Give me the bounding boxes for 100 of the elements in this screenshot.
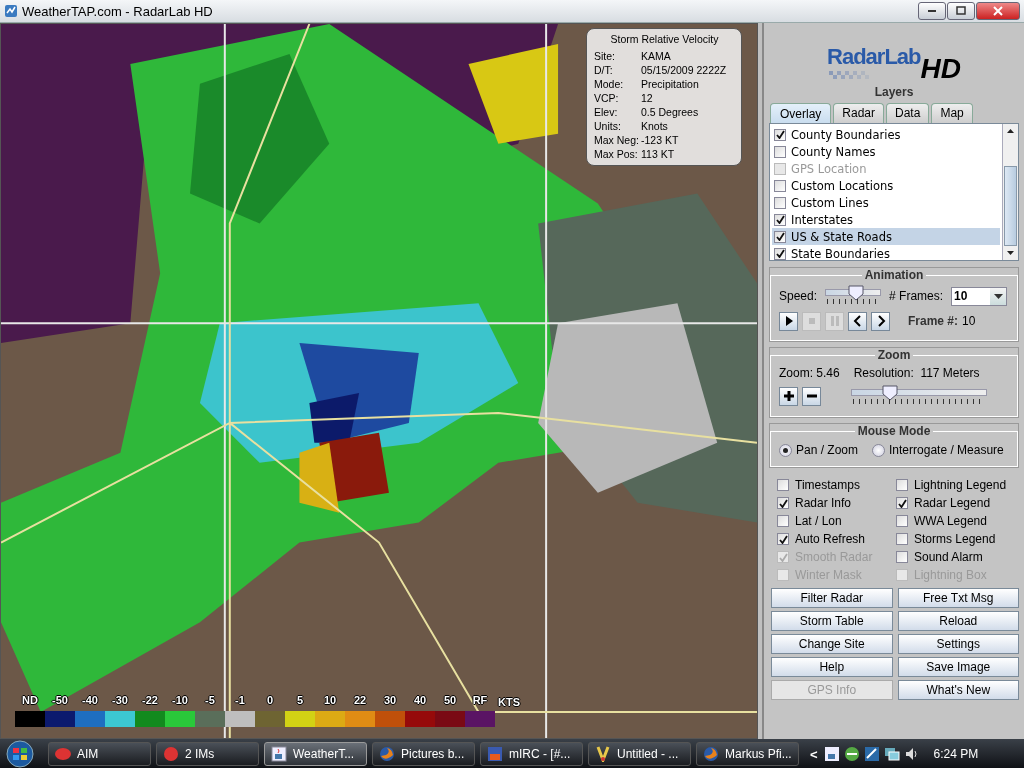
checkbox[interactable] [896, 479, 908, 491]
radio-option[interactable]: Pan / Zoom [779, 443, 859, 457]
legend-label: -40 [82, 694, 98, 708]
checkbox[interactable] [774, 179, 786, 192]
checkbox[interactable] [896, 551, 908, 563]
checkbox-label[interactable]: Auto Refresh [795, 532, 866, 546]
checkbox[interactable] [774, 230, 786, 243]
list-item-label[interactable]: US & State Roads [791, 229, 892, 244]
action-button[interactable]: Save Image [897, 657, 1019, 677]
logo-text: RadarLab [827, 44, 921, 69]
slider-thumb[interactable] [882, 385, 899, 401]
caret-icon [993, 293, 1003, 299]
maximize-button[interactable] [947, 2, 975, 20]
checkbox-label[interactable]: Storms Legend [914, 532, 996, 546]
taskbar-button[interactable]: AIM [48, 742, 151, 766]
info-value: 12 [641, 92, 654, 105]
zoom-in-button[interactable] [779, 386, 798, 406]
checkbox-label[interactable]: Sound Alarm [914, 550, 983, 564]
action-button[interactable]: Change Site [771, 634, 893, 654]
arrow-down-icon [1007, 251, 1014, 255]
legend-label: 5 [296, 694, 304, 708]
slider-track[interactable] [825, 285, 882, 301]
media-button[interactable] [779, 311, 798, 331]
field-label: Speed: [779, 289, 818, 303]
speaker-icon[interactable] [903, 746, 920, 762]
legend-label: -5 [205, 694, 215, 708]
slider-thumb[interactable] [847, 285, 864, 301]
checkbox-label[interactable]: Radar Legend [914, 496, 991, 510]
radio-button[interactable] [872, 443, 886, 457]
checkbox[interactable] [777, 497, 789, 509]
checkbox[interactable] [896, 533, 908, 545]
taskbar-button[interactable]: mIRC - [#... [480, 742, 583, 766]
action-button[interactable]: Help [771, 657, 893, 677]
action-button[interactable]: Reload [897, 611, 1019, 631]
checkbox[interactable] [774, 128, 786, 141]
info-title: Storm Relative Velocity [609, 33, 720, 45]
list-item-label[interactable]: County Names [791, 144, 876, 159]
legend-unit: KTS [498, 696, 520, 708]
checkbox[interactable] [896, 497, 908, 509]
list-item-label[interactable]: Interstates [791, 212, 854, 227]
legend-label: ND [22, 694, 38, 708]
zoom-out-button[interactable] [802, 386, 821, 406]
list-item-label[interactable]: Custom Lines [791, 195, 869, 210]
app-icon[interactable] [863, 746, 880, 762]
radio-button[interactable] [779, 443, 792, 457]
checkbox[interactable] [774, 196, 786, 209]
scrollbar-thumb[interactable] [1004, 166, 1017, 246]
frames-dropdown[interactable]: 10 [951, 286, 1008, 306]
checkbox-label[interactable]: Lightning Legend [914, 478, 1007, 492]
media-button[interactable] [871, 311, 890, 331]
legend-label: 50 [443, 694, 457, 708]
tab[interactable]: Overlay [770, 103, 832, 124]
checkbox[interactable] [774, 213, 786, 226]
action-button[interactable]: Free Txt Msg [897, 588, 1019, 608]
taskbar-button[interactable]: Pictures b... [372, 742, 475, 766]
radio-option[interactable]: Interrogate / Measure [872, 443, 1004, 457]
checkbox-label[interactable]: Radar Info [795, 496, 852, 510]
action-button[interactable]: Settings [897, 634, 1019, 654]
window-title: WeatherTAP.com - RadarLab HD [22, 3, 214, 19]
info-label: Elev: [594, 106, 619, 119]
checkbox-label[interactable]: WWA Legend [914, 514, 987, 528]
checkbox-label[interactable]: Timestamps [795, 478, 860, 492]
action-button[interactable]: Storm Table [771, 611, 893, 631]
tray-expand-button[interactable]: < [808, 746, 820, 762]
action-button[interactable]: What's New [897, 680, 1019, 700]
minimize-icon [928, 10, 936, 12]
close-button[interactable] [976, 2, 1020, 20]
media-button[interactable] [848, 311, 867, 331]
legend-label: 0 [266, 694, 274, 708]
tab[interactable]: Radar [833, 103, 885, 124]
network-icon[interactable] [883, 746, 900, 762]
scrollbar[interactable] [1002, 124, 1018, 260]
slider-track[interactable] [851, 385, 987, 401]
checkbox[interactable] [774, 145, 786, 158]
legend-label: RF [472, 694, 488, 708]
checkbox[interactable] [777, 479, 789, 491]
selected-list-row[interactable]: US & State Roads [772, 228, 1000, 245]
group-title: Animation [863, 268, 925, 282]
minimize-button[interactable] [918, 2, 946, 20]
info-label: Site: [594, 50, 616, 63]
checkbox[interactable] [896, 515, 908, 527]
taskbar-button[interactable]: Markus Pfi... [696, 742, 799, 766]
pause-icon [828, 315, 841, 327]
checkbox[interactable] [774, 247, 786, 260]
tab[interactable]: Data [886, 103, 930, 124]
checkbox[interactable] [777, 515, 789, 527]
tab[interactable]: Map [931, 103, 973, 124]
plus-icon [782, 390, 795, 402]
info-value: Precipitation [641, 78, 700, 91]
taskbar-button[interactable]: 2 IMs [156, 742, 259, 766]
list-item-label[interactable]: Custom Locations [791, 178, 894, 193]
taskbar-button[interactable]: Untitled - ... [588, 742, 691, 766]
frame-label: Frame #: [908, 314, 959, 328]
chevron-left-icon [851, 315, 864, 327]
taskbar-button[interactable]: WeatherT... [264, 742, 367, 766]
list-item-label[interactable]: State Boundaries [791, 246, 890, 261]
action-button[interactable]: Filter Radar [771, 588, 893, 608]
checkbox[interactable] [777, 533, 789, 545]
list-item-label[interactable]: County Boundaries [791, 127, 901, 142]
checkbox-label[interactable]: Lat / Lon [795, 514, 842, 528]
